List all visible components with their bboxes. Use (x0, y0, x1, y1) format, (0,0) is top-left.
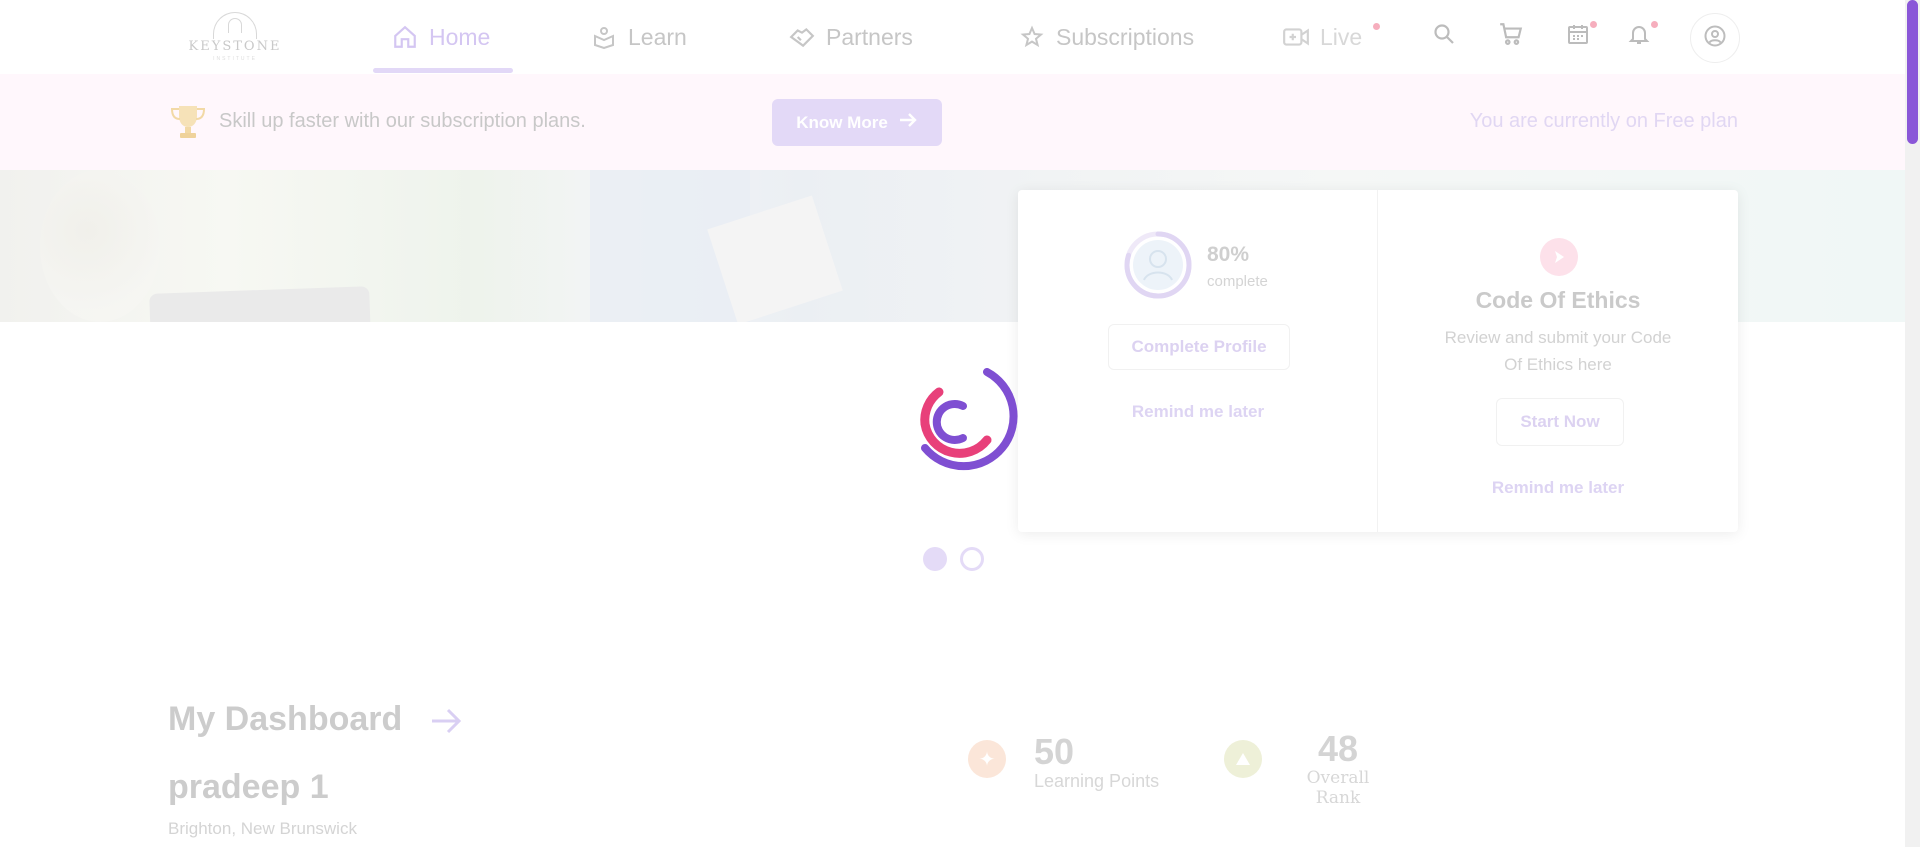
complete-profile-button[interactable]: Complete Profile (1108, 324, 1290, 370)
logo-emblem (213, 12, 257, 39)
play-icon (1540, 238, 1578, 276)
user-name: pradeep 1 (168, 768, 329, 806)
search-button[interactable] (1426, 18, 1462, 54)
nav-subscriptions[interactable]: Subscriptions (1018, 0, 1194, 74)
dashboard-arrow-icon[interactable] (428, 705, 464, 737)
scrollbar[interactable] (1905, 0, 1920, 847)
bell-icon (1627, 21, 1651, 52)
banner-message: Skill up faster with our subscription pl… (219, 110, 586, 132)
learning-points-value: 50 (1034, 731, 1075, 772)
profile-menu-button[interactable] (1690, 13, 1740, 63)
loading-spinner (920, 368, 1018, 471)
learning-points-label: Learning Points (1034, 771, 1160, 791)
nav-partners-label: Partners (826, 23, 913, 50)
nav-active-indicator (373, 68, 513, 73)
nav-learn-label: Learn (628, 23, 687, 50)
profile-percent: 80% (1207, 243, 1250, 266)
ethics-title: Code Of Ethics (1475, 287, 1641, 313)
overall-rank-value: 48 (1317, 728, 1359, 769)
user-location: Brighton, New Brunswick (168, 819, 357, 838)
hero-photo-detail (149, 286, 371, 322)
profile-remind-later-link[interactable]: Remind me later (1108, 402, 1288, 422)
hero-photo-detail (40, 170, 160, 322)
subscription-banner: Skill up faster with our subscription pl… (0, 74, 1905, 170)
nav-live[interactable]: Live (1282, 0, 1362, 74)
bell-notification-dot (1651, 21, 1658, 28)
search-icon (1432, 22, 1456, 51)
trophy-icon (168, 102, 208, 142)
profile-percent-label: complete (1207, 273, 1268, 290)
know-more-label: Know More (796, 112, 888, 132)
ethics-remind-later-link[interactable]: Remind me later (1478, 478, 1638, 498)
brand-logo[interactable]: KEYSTONE INSTITUTE (185, 10, 285, 62)
cart-icon (1498, 21, 1524, 52)
live-indicator-dot (1373, 23, 1380, 30)
logo-text: KEYSTONE (188, 39, 282, 54)
onboarding-cards: 80% complete Complete Profile Remind me … (1018, 190, 1738, 532)
user-icon (1703, 24, 1727, 53)
home-icon (391, 23, 419, 51)
nav-live-label: Live (1320, 23, 1363, 50)
card-divider (1377, 190, 1378, 532)
carousel-dot[interactable] (960, 547, 984, 571)
nav-partners[interactable]: Partners (788, 0, 913, 74)
current-plan-status: You are currently on Free plan (1469, 110, 1738, 132)
calendar-icon (1566, 21, 1590, 52)
partners-icon (788, 23, 816, 51)
video-icon (1282, 23, 1310, 51)
ethics-description: Review and submit your Code Of Ethics he… (1444, 328, 1672, 374)
logo-subtext: INSTITUTE (213, 56, 257, 62)
scrollbar-thumb[interactable] (1907, 0, 1918, 144)
page: KEYSTONE INSTITUTE Home Learn Partners S… (0, 0, 1905, 847)
rank-icon (1224, 740, 1262, 778)
start-now-button[interactable]: Start Now (1496, 398, 1624, 446)
dashboard-title: My Dashboard (168, 700, 403, 738)
carousel-dot-active[interactable] (923, 547, 947, 571)
overall-rank-label: Overall Rank (1306, 768, 1370, 808)
know-more-button[interactable]: Know More (772, 99, 942, 146)
star-icon (1018, 23, 1046, 51)
nav-home[interactable]: Home (391, 0, 490, 74)
nav-learn[interactable]: Learn (590, 0, 687, 74)
learning-points-icon: ✦ (968, 740, 1006, 778)
nav-home-label: Home (429, 23, 491, 50)
nav-subscriptions-label: Subscriptions (1056, 23, 1195, 50)
profile-progress-ring (1124, 231, 1192, 299)
cart-button[interactable] (1493, 18, 1529, 54)
calendar-notification-dot (1590, 21, 1597, 28)
arrow-right-icon (898, 111, 918, 134)
learn-icon (590, 23, 618, 51)
top-nav: KEYSTONE INSTITUTE Home Learn Partners S… (0, 0, 1905, 74)
